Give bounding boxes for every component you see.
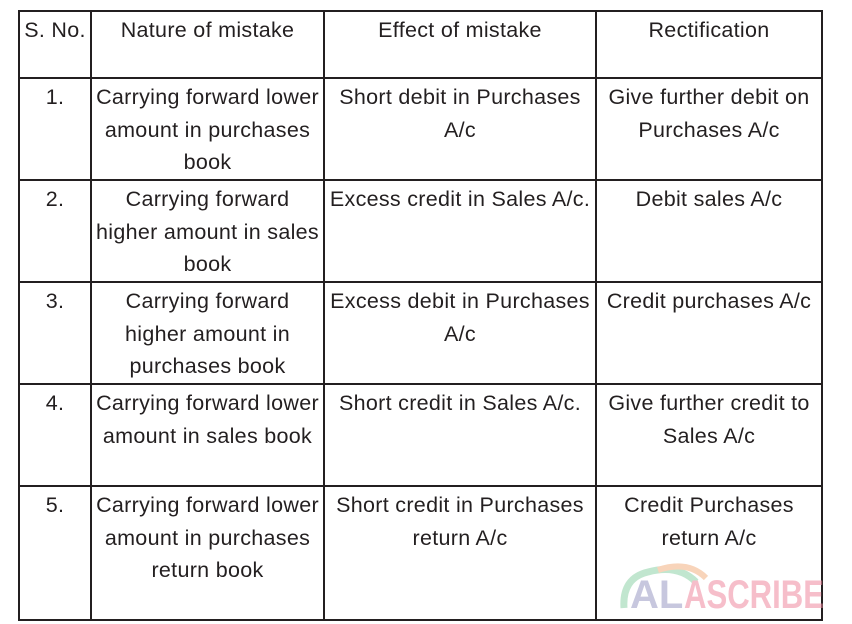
cell-rectification: Debit sales A/c bbox=[595, 179, 823, 283]
cell-nature: Carrying forward lower amount in sales b… bbox=[90, 383, 325, 487]
cell-sno: 1. bbox=[18, 77, 92, 181]
svg-text:ASCRIBE: ASCRIBE bbox=[684, 573, 824, 616]
table-row: 2. Carrying forward higher amount in sal… bbox=[18, 179, 823, 283]
cell-effect: Short debit in Purchases A/c bbox=[323, 77, 597, 181]
cell-effect: Short credit in Purchases return A/c bbox=[323, 485, 597, 621]
cell-nature: Carrying forward lower amount in purchas… bbox=[90, 77, 325, 181]
cell-nature: Carrying forward higher amount in sales … bbox=[90, 179, 325, 283]
header-nature: Nature of mistake bbox=[90, 10, 325, 79]
cell-sno: 3. bbox=[18, 281, 92, 385]
header-row: S. No. Nature of mistake Effect of mista… bbox=[18, 10, 823, 79]
header-sno: S. No. bbox=[18, 10, 92, 79]
cell-nature: Carrying forward lower amount in purchas… bbox=[90, 485, 325, 621]
cell-nature: Carrying forward higher amount in purcha… bbox=[90, 281, 325, 385]
header-rectification: Rectification bbox=[595, 10, 823, 79]
header-effect: Effect of mistake bbox=[323, 10, 597, 79]
table-row: 4. Carrying forward lower amount in sale… bbox=[18, 383, 823, 487]
cell-rectification: Give further credit to Sales A/c bbox=[595, 383, 823, 487]
table-row: 1. Carrying forward lower amount in purc… bbox=[18, 77, 823, 181]
watermark-logo: AL ASCRIBE bbox=[620, 563, 824, 616]
cell-effect: Excess credit in Sales A/c. bbox=[323, 179, 597, 283]
cell-rectification: Give further debit on Purchases A/c bbox=[595, 77, 823, 181]
cell-effect: Short credit in Sales A/c. bbox=[323, 383, 597, 487]
cell-effect: Excess debit in Purchases A/c bbox=[323, 281, 597, 385]
table-row: 3. Carrying forward higher amount in pur… bbox=[18, 281, 823, 385]
cell-sno: 2. bbox=[18, 179, 92, 283]
rectification-table: S. No. Nature of mistake Effect of mista… bbox=[18, 10, 823, 621]
svg-text:AL: AL bbox=[630, 573, 683, 616]
cell-rectification: Credit purchases A/c bbox=[595, 281, 823, 385]
cell-sno: 5. bbox=[18, 485, 92, 621]
cell-sno: 4. bbox=[18, 383, 92, 487]
